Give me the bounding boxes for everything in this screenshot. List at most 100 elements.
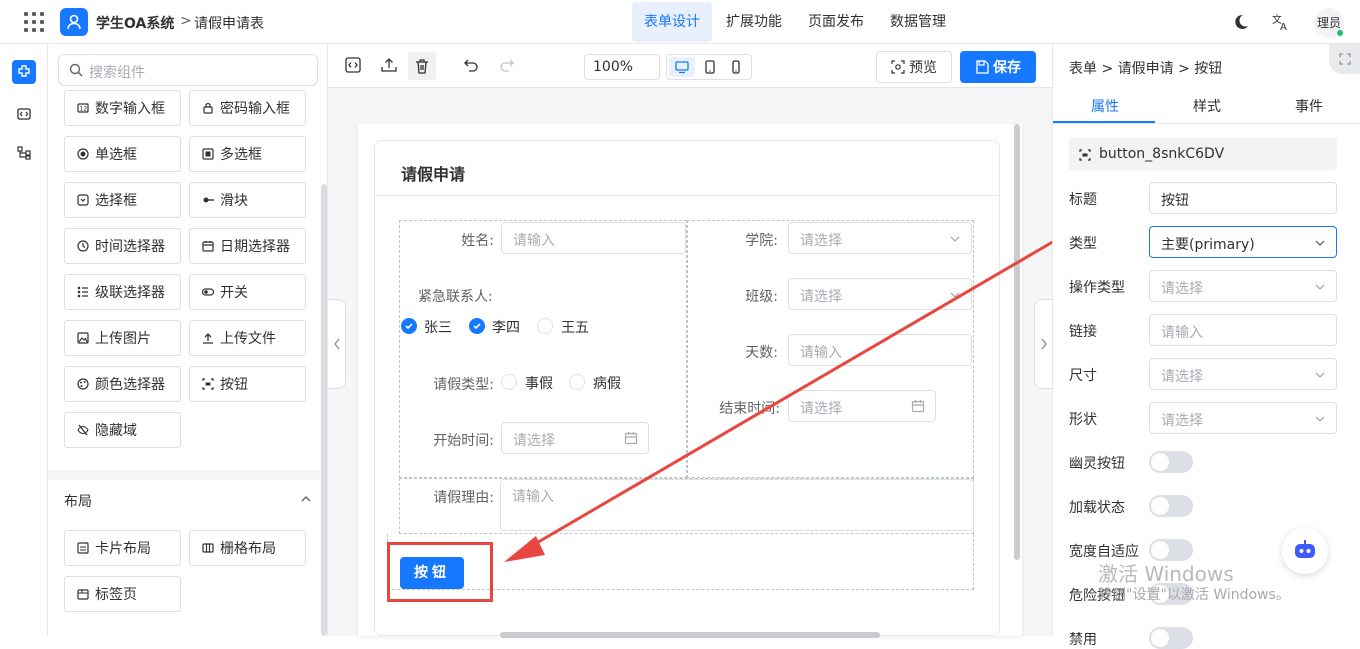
link-input[interactable]: 请输入 bbox=[1149, 314, 1337, 346]
comp-button[interactable]: 按钮 bbox=[189, 366, 306, 402]
loading-toggle[interactable] bbox=[1149, 495, 1193, 517]
mobile-icon[interactable] bbox=[723, 57, 749, 77]
shape-select[interactable]: 请选择 bbox=[1149, 402, 1337, 434]
comp-card-layout[interactable]: 卡片布局 bbox=[64, 530, 181, 566]
comp-hidden-field[interactable]: 隐藏域 bbox=[64, 412, 181, 448]
reason-label: 请假理由: bbox=[433, 490, 494, 506]
tab-attributes[interactable]: 属性 bbox=[1091, 96, 1119, 116]
reason-textarea[interactable]: 请输入 bbox=[500, 479, 974, 531]
nav-form-design[interactable]: 表单设计 bbox=[632, 2, 712, 42]
comp-upload-image[interactable]: 上传图片 bbox=[64, 320, 181, 356]
import-icon[interactable] bbox=[380, 56, 400, 76]
class-select[interactable]: 请选择 bbox=[788, 278, 972, 310]
chevron-up-icon[interactable] bbox=[300, 493, 312, 509]
college-select[interactable]: 请选择 bbox=[788, 222, 972, 254]
chevron-down-icon bbox=[949, 233, 961, 249]
icon-rail bbox=[0, 44, 48, 636]
nav-data-management[interactable]: 数据管理 bbox=[878, 2, 958, 42]
ghost-toggle[interactable] bbox=[1149, 451, 1193, 473]
comp-date-picker[interactable]: 日期选择器 bbox=[189, 228, 306, 264]
comp-color-picker[interactable]: 颜色选择器 bbox=[64, 366, 181, 402]
desktop-icon[interactable] bbox=[669, 57, 695, 77]
tab-events[interactable]: 事件 bbox=[1295, 96, 1323, 116]
tablet-icon[interactable] bbox=[697, 57, 723, 77]
upload-icon bbox=[202, 332, 214, 344]
comp-checkbox[interactable]: 多选框 bbox=[189, 136, 306, 172]
comp-grid-layout[interactable]: 栅格布局 bbox=[189, 530, 306, 566]
tree-icon[interactable] bbox=[12, 141, 36, 165]
code-view-icon[interactable] bbox=[344, 56, 364, 76]
button-icon bbox=[202, 378, 214, 390]
comp-slider[interactable]: 滑块 bbox=[189, 182, 306, 218]
class-label: 班级: bbox=[745, 289, 778, 305]
expand-icon[interactable] bbox=[1329, 44, 1360, 74]
eye-off-icon bbox=[77, 424, 89, 436]
comp-cascader[interactable]: 级联选择器 bbox=[64, 274, 181, 310]
contact-option-3[interactable]: 王五 bbox=[561, 317, 589, 337]
dark-mode-icon[interactable] bbox=[1232, 13, 1250, 35]
nav-extensions[interactable]: 扩展功能 bbox=[714, 2, 794, 42]
components-icon[interactable] bbox=[12, 60, 36, 84]
nav-publish[interactable]: 页面发布 bbox=[796, 2, 876, 42]
top-nav: 表单设计 扩展功能 页面发布 数据管理 bbox=[632, 2, 960, 42]
select-icon bbox=[77, 194, 89, 206]
size-select[interactable]: 请选择 bbox=[1149, 358, 1337, 390]
collapse-right-handle[interactable] bbox=[1034, 299, 1052, 389]
comp-switch[interactable]: 开关 bbox=[189, 274, 306, 310]
comp-upload-file[interactable]: 上传文件 bbox=[189, 320, 306, 356]
save-button[interactable]: 保存 bbox=[960, 51, 1036, 83]
contact-checkbox-1[interactable] bbox=[401, 318, 417, 334]
leave-type-option-1[interactable]: 事假 bbox=[525, 373, 553, 393]
comp-radio[interactable]: 单选框 bbox=[64, 136, 181, 172]
leave-type-option-2[interactable]: 病假 bbox=[593, 373, 621, 393]
leave-type-radio-2[interactable] bbox=[569, 374, 585, 390]
title-prop-input[interactable]: 按钮 bbox=[1149, 182, 1337, 214]
app-grid-icon[interactable] bbox=[24, 12, 44, 32]
panel-scrollbar[interactable] bbox=[321, 184, 327, 636]
contact-checkbox-3[interactable] bbox=[537, 318, 553, 334]
disabled-toggle[interactable] bbox=[1149, 627, 1193, 649]
undo-icon[interactable] bbox=[462, 56, 482, 76]
button-icon bbox=[1079, 149, 1091, 165]
calendar-icon bbox=[911, 399, 925, 417]
top-bar: 学生OA系统 > 请假申请表 表单设计 扩展功能 页面发布 数据管理 文A 理员 bbox=[0, 0, 1360, 44]
tab-styles[interactable]: 样式 bbox=[1193, 96, 1221, 116]
type-prop-select[interactable]: 主要(primary) bbox=[1149, 226, 1337, 258]
breadcrumb-page[interactable]: 请假申请表 bbox=[194, 13, 264, 33]
contact-checkbox-2[interactable] bbox=[469, 318, 485, 334]
translate-icon[interactable]: 文A bbox=[1272, 13, 1290, 35]
contact-option-2[interactable]: 李四 bbox=[492, 317, 520, 337]
canvas-vertical-scrollbar[interactable] bbox=[1014, 124, 1020, 560]
layout-section-title[interactable]: 布局 bbox=[64, 491, 92, 511]
redo-icon[interactable] bbox=[498, 56, 518, 76]
name-input[interactable]: 请输入 bbox=[501, 222, 686, 254]
component-search-input[interactable]: 搜索组件 bbox=[58, 54, 318, 86]
tabs-icon bbox=[77, 588, 89, 600]
comp-number-input[interactable]: 12 数字输入框 bbox=[64, 90, 181, 126]
canvas-horizontal-scrollbar[interactable] bbox=[500, 632, 880, 638]
start-time-picker[interactable]: 请选择 bbox=[501, 422, 649, 454]
start-time-label: 开始时间: bbox=[433, 433, 494, 449]
end-time-picker[interactable]: 请选择 bbox=[788, 390, 936, 422]
preview-button[interactable]: 预览 bbox=[876, 51, 952, 83]
action-type-select[interactable]: 请选择 bbox=[1149, 270, 1337, 302]
code-icon[interactable] bbox=[12, 102, 36, 126]
contact-option-1[interactable]: 张三 bbox=[424, 317, 452, 337]
title-prop-label: 标题 bbox=[1069, 192, 1097, 208]
search-placeholder: 搜索组件 bbox=[89, 65, 145, 81]
days-input[interactable]: 请输入 bbox=[788, 334, 972, 366]
leave-type-radio-1[interactable] bbox=[501, 374, 517, 390]
comp-password-input[interactable]: 密码输入框 bbox=[189, 90, 306, 126]
comp-time-picker[interactable]: 时间选择器 bbox=[64, 228, 181, 264]
collapse-left-handle[interactable] bbox=[328, 299, 346, 389]
palette-icon bbox=[77, 378, 89, 390]
breadcrumb-separator: > bbox=[180, 13, 192, 29]
assistant-bot-icon[interactable] bbox=[1282, 528, 1328, 574]
device-switch bbox=[666, 54, 752, 80]
comp-select[interactable]: 选择框 bbox=[64, 182, 181, 218]
cascader-icon bbox=[77, 286, 89, 298]
zoom-select[interactable]: 100% bbox=[584, 54, 660, 80]
delete-icon[interactable] bbox=[408, 52, 436, 80]
chevron-left-icon bbox=[333, 338, 340, 350]
comp-tabs[interactable]: 标签页 bbox=[64, 576, 181, 612]
